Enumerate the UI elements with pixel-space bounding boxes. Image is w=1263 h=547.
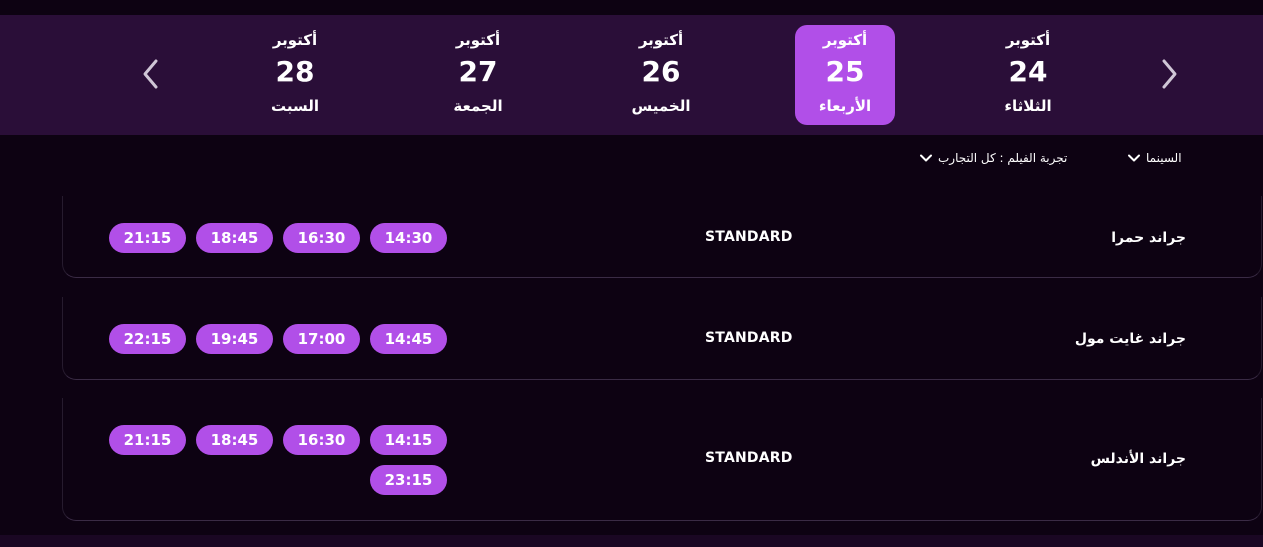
showtime-button[interactable]: 18:45 xyxy=(196,223,273,253)
cinema-name: جراند الأندلس xyxy=(1090,451,1186,467)
showtime-button[interactable]: 22:15 xyxy=(109,324,186,354)
date-weekday: الأربعاء xyxy=(818,97,872,115)
showtime-button[interactable]: 14:15 xyxy=(370,425,447,455)
showtime-button[interactable]: 16:30 xyxy=(283,425,360,455)
showtime-button[interactable]: 14:45 xyxy=(370,324,447,354)
showtime-row: جراند غايت مول STANDARD 14:45 17:00 19:4… xyxy=(62,297,1262,380)
next-dates-button[interactable] xyxy=(1154,59,1184,89)
top-band xyxy=(0,0,1263,15)
format-label: STANDARD xyxy=(705,450,793,466)
date-tab-28[interactable]: أكتوبر 28 السبت xyxy=(245,25,345,125)
date-day: 26 xyxy=(641,55,681,88)
cinema-name: جراند غايت مول xyxy=(1074,331,1186,347)
date-month: أكتوبر xyxy=(1005,31,1051,49)
format-label: STANDARD xyxy=(705,330,793,346)
date-month: أكتوبر xyxy=(272,31,318,49)
date-day: 28 xyxy=(275,55,315,88)
date-weekday: السبت xyxy=(270,97,320,115)
date-day: 24 xyxy=(1008,55,1048,88)
date-tab-26[interactable]: أكتوبر 26 الخميس xyxy=(611,25,711,125)
date-tab-27[interactable]: أكتوبر 27 الجمعة xyxy=(428,25,528,125)
format-label: STANDARD xyxy=(705,229,793,245)
showtime-button[interactable]: 19:45 xyxy=(196,324,273,354)
showtime-button[interactable]: 21:15 xyxy=(109,223,186,253)
cinema-filter-dropdown[interactable]: السينما xyxy=(1128,151,1182,165)
showtime-row: جراند حمرا STANDARD 14:30 16:30 18:45 21… xyxy=(62,196,1262,278)
chevron-left-icon xyxy=(143,59,158,89)
date-month: أكتوبر xyxy=(638,31,684,49)
chevron-down-icon xyxy=(1128,154,1140,162)
date-weekday: الجمعة xyxy=(453,97,503,115)
date-tab-24[interactable]: أكتوبر 24 الثلاثاء xyxy=(978,25,1078,125)
date-month: أكتوبر xyxy=(455,31,501,49)
experience-filter-dropdown[interactable]: تجربة الفيلم : كل التجارب xyxy=(920,151,1067,165)
showtime-row: جراند الأندلس STANDARD 14:15 16:30 18:45… xyxy=(62,398,1262,521)
showtime-button[interactable]: 16:30 xyxy=(283,223,360,253)
showtime-button[interactable]: 18:45 xyxy=(196,425,273,455)
cinema-filter-label: السينما xyxy=(1146,151,1182,165)
showtime-button[interactable]: 21:15 xyxy=(109,425,186,455)
bottom-band xyxy=(0,535,1263,547)
date-tab-25[interactable]: أكتوبر 25 الأربعاء xyxy=(795,25,895,125)
cinema-name: جراند حمرا xyxy=(1111,230,1186,246)
date-weekday: الخميس xyxy=(631,97,691,115)
date-selector: أكتوبر 24 الثلاثاء أكتوبر 25 الأربعاء أك… xyxy=(0,15,1263,135)
previous-dates-button[interactable] xyxy=(136,59,166,89)
experience-filter-label: تجربة الفيلم : كل التجارب xyxy=(938,151,1068,165)
showtime-button[interactable]: 23:15 xyxy=(370,465,447,495)
showtime-button[interactable]: 14:30 xyxy=(370,223,447,253)
showtime-button[interactable]: 17:00 xyxy=(283,324,360,354)
chevron-down-icon xyxy=(920,154,932,162)
date-month: أكتوبر xyxy=(822,31,868,49)
chevron-right-icon xyxy=(1162,59,1177,89)
date-day: 27 xyxy=(458,55,498,88)
date-weekday: الثلاثاء xyxy=(1004,97,1052,115)
date-day: 25 xyxy=(825,55,865,88)
